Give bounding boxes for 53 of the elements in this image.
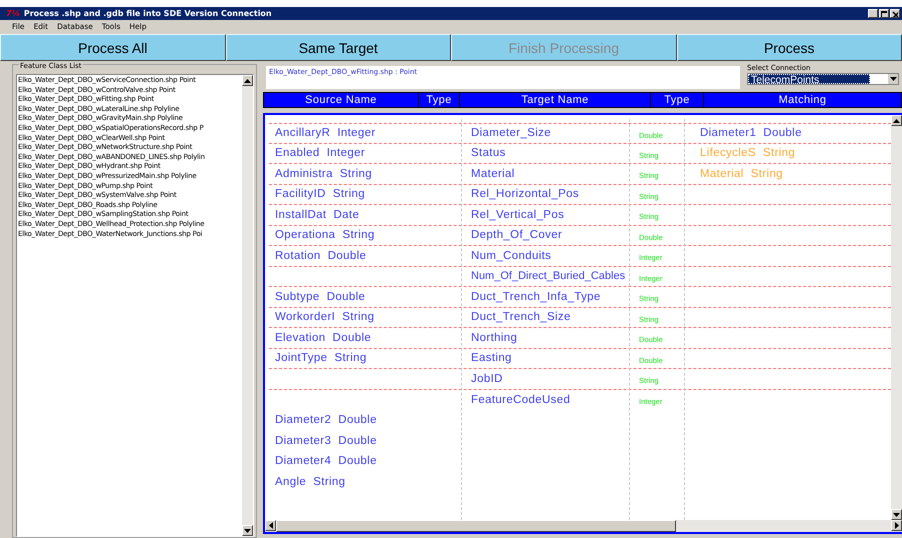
toolbar-button[interactable]: Same Target bbox=[226, 34, 451, 61]
target-field: Num_Of_Direct_Buried_Cables bbox=[471, 270, 626, 282]
source-field: Operationa String bbox=[275, 229, 375, 242]
connection-dropdown[interactable]: TelecomPoints bbox=[747, 73, 899, 85]
target-field: Diameter_Size bbox=[471, 127, 551, 140]
toolbar-button[interactable]: Process bbox=[676, 34, 902, 61]
app-logo: 7¼ bbox=[6, 9, 20, 18]
target-field: Material bbox=[471, 168, 515, 180]
source-field: Subtype Double bbox=[275, 290, 366, 303]
column-header: Target Name bbox=[460, 93, 651, 107]
target-field: JobID bbox=[471, 372, 503, 385]
source-field: JointType String bbox=[275, 352, 367, 364]
caret-icon[interactable] bbox=[888, 74, 898, 84]
window-title: Process .shp and .gdb file into SDE Version Connection bbox=[24, 9, 273, 18]
maximize-button[interactable] bbox=[879, 9, 889, 18]
source-field: Angle String bbox=[275, 476, 346, 488]
scroll-up-icon[interactable] bbox=[891, 115, 902, 126]
toolbar-button[interactable]: Process All bbox=[0, 34, 226, 61]
target-field: Duct_Trench_Size bbox=[471, 311, 571, 324]
scroll-up-icon[interactable] bbox=[242, 75, 253, 86]
scroll-down-icon[interactable] bbox=[891, 509, 902, 520]
target-field: Status bbox=[471, 147, 506, 160]
scroll-left-icon[interactable] bbox=[265, 520, 276, 531]
target-field: FeatureCodeUsed bbox=[471, 394, 570, 406]
scroll-down-icon[interactable] bbox=[242, 525, 253, 536]
close-button[interactable] bbox=[890, 9, 900, 18]
source-field: Diameter3 Double bbox=[275, 434, 377, 447]
minimize-button[interactable] bbox=[868, 9, 878, 18]
target-field: Northing bbox=[471, 332, 518, 344]
source-field: Diameter2 Double bbox=[275, 414, 377, 426]
matched-field: LifecycleS String bbox=[700, 147, 796, 160]
source-field: Enabled Integer bbox=[275, 147, 365, 160]
source-field: Rotation Double bbox=[275, 250, 366, 262]
column-header: Type bbox=[419, 93, 460, 107]
target-field: Easting bbox=[471, 352, 512, 364]
scroll-right-icon[interactable] bbox=[891, 520, 902, 531]
target-field: Num_Conduits bbox=[471, 250, 552, 262]
column-header: Matching bbox=[778, 93, 828, 107]
source-field: Administra String bbox=[275, 168, 372, 180]
target-field: Duct_Trench_Infa_Type bbox=[471, 290, 601, 303]
source-field: AncillaryR Integer bbox=[275, 127, 376, 140]
target-field: Rel_Horizontal_Pos bbox=[471, 188, 579, 200]
source-field: FacilityID String bbox=[275, 188, 366, 200]
source-field: Diameter4 Double bbox=[275, 455, 377, 468]
target-field: Rel_Vertical_Pos bbox=[471, 208, 564, 221]
source-field: Elevation Double bbox=[275, 332, 372, 344]
matched-field: Material String bbox=[700, 168, 783, 180]
source-field: InstallDat Date bbox=[275, 208, 360, 221]
column-header: Source Name bbox=[264, 93, 419, 107]
source-field: WorkorderI String bbox=[275, 311, 374, 324]
target-field: Depth_Of_Cover bbox=[471, 229, 562, 242]
column-header: Type bbox=[651, 93, 704, 107]
matched-field: Diameter1 Double bbox=[700, 127, 802, 140]
